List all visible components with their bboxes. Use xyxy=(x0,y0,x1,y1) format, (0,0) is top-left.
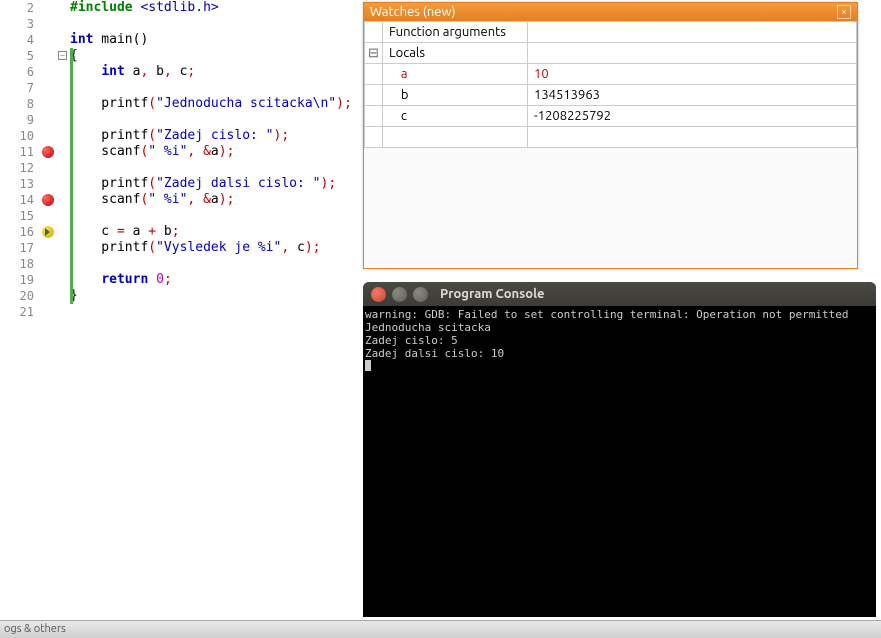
line-number: 19 xyxy=(0,272,34,288)
watches-titlebar[interactable]: Watches (new) × xyxy=(364,3,857,21)
watch-value xyxy=(528,127,857,148)
watch-name: Locals xyxy=(383,43,528,64)
line-number: 8 xyxy=(0,96,34,112)
line-number: 16 xyxy=(0,224,34,240)
window-minimize-icon[interactable] xyxy=(392,287,407,302)
window-close-icon[interactable] xyxy=(371,287,386,302)
watches-panel[interactable]: Watches (new) × Function arguments⊟Local… xyxy=(363,2,858,269)
line-number: 14 xyxy=(0,192,34,208)
expand-icon[interactable]: ⊟ xyxy=(365,43,383,64)
watch-value xyxy=(528,22,857,43)
watches-row[interactable]: b134513963 xyxy=(365,85,857,106)
bottom-tab-label: ogs & others xyxy=(4,623,66,635)
line-number: 6 xyxy=(0,64,34,80)
console-output[interactable]: warning: GDB: Failed to set controlling … xyxy=(363,306,876,617)
line-number: 13 xyxy=(0,176,34,192)
watches-row[interactable]: Function arguments xyxy=(365,22,857,43)
line-number: 10 xyxy=(0,128,34,144)
breakpoint-icon[interactable] xyxy=(42,194,54,206)
line-number: 5 xyxy=(0,48,34,64)
watch-name: Function arguments xyxy=(383,22,528,43)
line-number: 3 xyxy=(0,16,34,32)
line-number-gutter: 23456789101112131415161718192021 xyxy=(0,0,40,620)
watch-name: c xyxy=(383,106,528,127)
breakpoint-icon[interactable] xyxy=(42,146,54,158)
watches-row[interactable]: a10 xyxy=(365,64,857,85)
watch-name: b xyxy=(383,85,528,106)
expand-icon xyxy=(365,64,383,85)
line-number: 9 xyxy=(0,112,34,128)
expand-icon xyxy=(365,127,383,148)
watch-value xyxy=(528,43,857,64)
expand-icon xyxy=(365,85,383,106)
line-number: 4 xyxy=(0,32,34,48)
change-bar xyxy=(70,48,73,304)
line-number: 18 xyxy=(0,256,34,272)
bottom-tab-logs[interactable]: ogs & others xyxy=(0,620,881,638)
close-icon[interactable]: × xyxy=(837,5,851,19)
watches-table[interactable]: Function arguments⊟Locals a10 b134513963… xyxy=(364,21,857,148)
watch-name xyxy=(383,127,528,148)
terminal-cursor xyxy=(365,360,371,371)
fold-margin[interactable]: − xyxy=(58,0,70,620)
watches-row[interactable]: c-1208225792 xyxy=(365,106,857,127)
window-maximize-icon[interactable] xyxy=(413,287,428,302)
watch-value: -1208225792 xyxy=(528,106,857,127)
line-number: 21 xyxy=(0,304,34,320)
watch-value: 134513963 xyxy=(528,85,857,106)
line-number: 20 xyxy=(0,288,34,304)
expand-icon xyxy=(365,22,383,43)
watch-value: 10 xyxy=(528,64,857,85)
line-number: 7 xyxy=(0,80,34,96)
line-number: 17 xyxy=(0,240,34,256)
watches-row[interactable]: ⊟Locals xyxy=(365,43,857,64)
console-title-text: Program Console xyxy=(440,287,545,301)
line-number: 2 xyxy=(0,0,34,16)
breakpoint-margin[interactable] xyxy=(40,0,58,620)
fold-toggle-icon[interactable]: − xyxy=(58,51,67,60)
expand-icon xyxy=(365,106,383,127)
watch-name: a xyxy=(383,64,528,85)
program-console-window[interactable]: Program Console warning: GDB: Failed to … xyxy=(363,282,876,617)
line-number: 15 xyxy=(0,208,34,224)
watches-title-text: Watches (new) xyxy=(370,5,456,19)
current-line-icon xyxy=(42,226,54,238)
console-titlebar[interactable]: Program Console xyxy=(363,282,876,306)
watches-row[interactable] xyxy=(365,127,857,148)
line-number: 11 xyxy=(0,144,34,160)
line-number: 12 xyxy=(0,160,34,176)
